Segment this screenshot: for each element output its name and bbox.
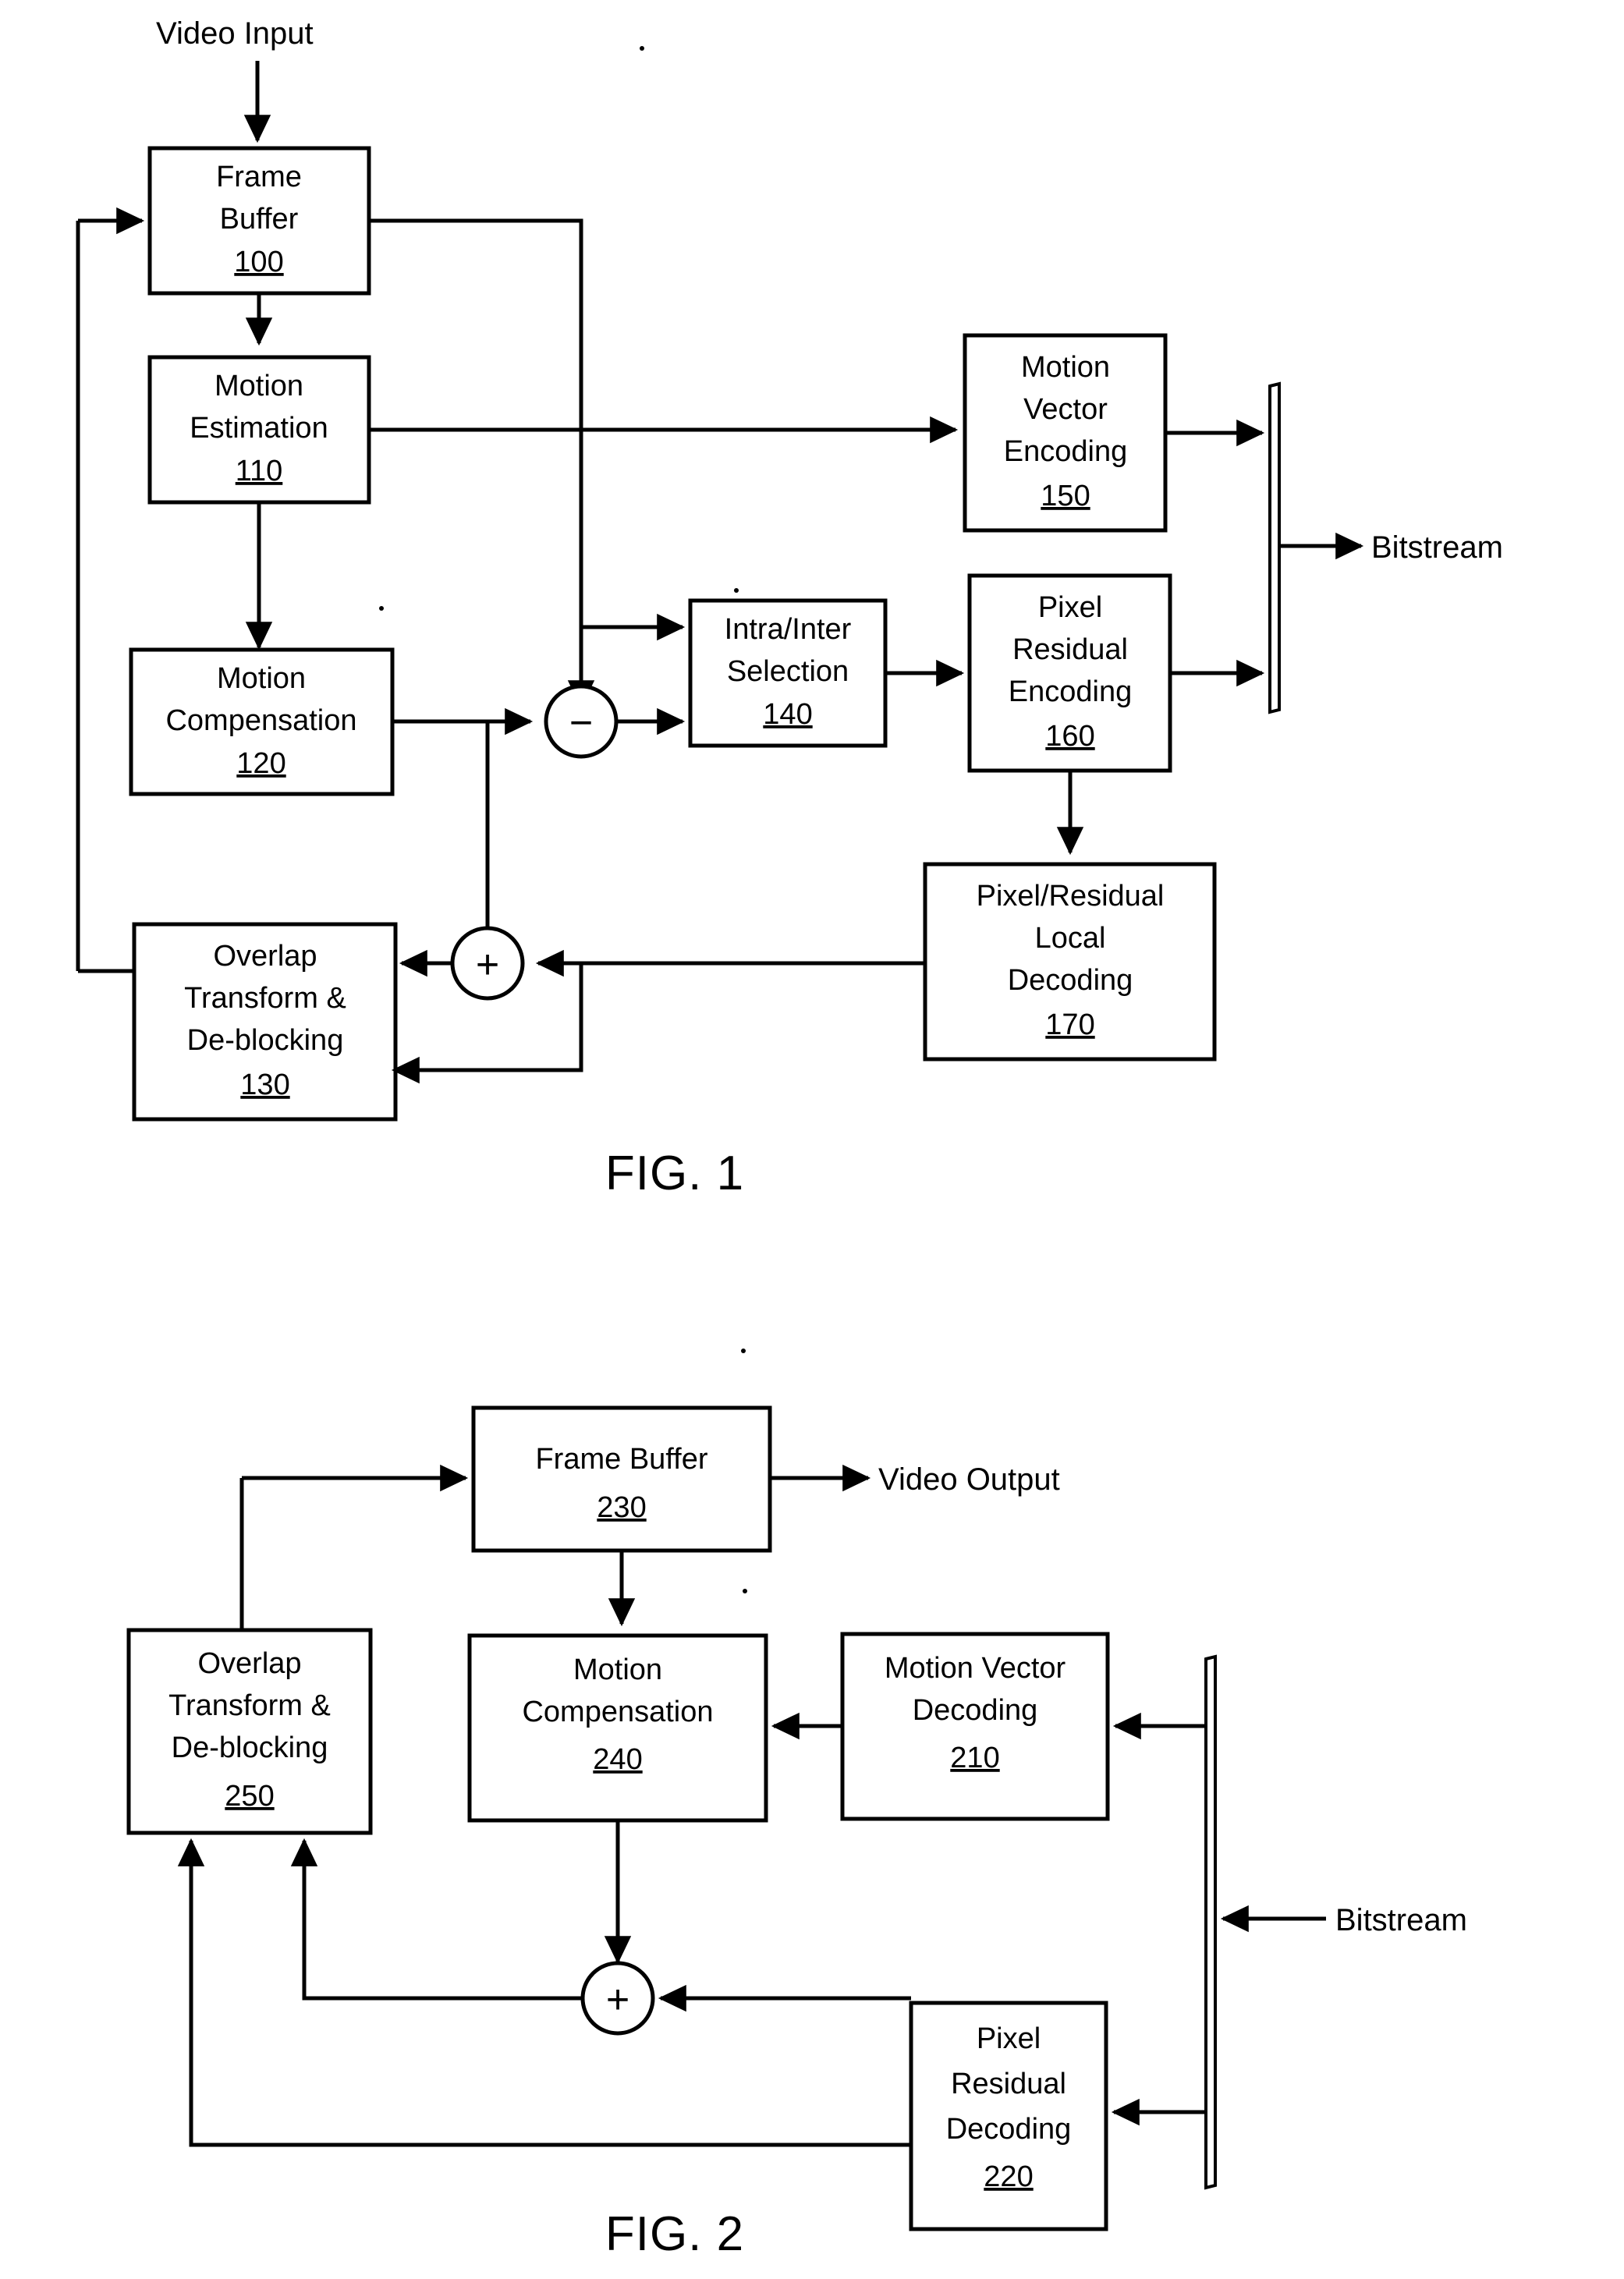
block-motion-vector-encoding-150-line1: Motion [1021, 351, 1110, 384]
block-210-line1: Motion Vector [885, 1652, 1066, 1685]
block-250-line3: De-blocking [172, 1731, 328, 1764]
block-220-line1: Pixel [977, 2022, 1041, 2055]
block-motion-estimation-110-line2: Estimation [190, 412, 328, 445]
bitstream-demultiplexer-bar [1204, 1654, 1217, 2190]
block-frame-buffer-100-line2: Buffer [220, 203, 299, 236]
block-250-line2: Transform & [168, 1689, 331, 1722]
block-pixel-residual-encoding-160-number: 160 [1045, 720, 1094, 753]
video-output-label: Video Output [878, 1462, 1060, 1497]
subtract-node: − [544, 684, 619, 759]
bitstream-bar-shape [1268, 381, 1281, 714]
video-input-label: Video Input [156, 16, 314, 51]
block-170-line1: Pixel/Residual [977, 880, 1165, 913]
block-frame-buffer-100-number: 100 [234, 246, 283, 278]
block-intra-inter-selection-140-line2: Selection [727, 655, 849, 688]
block-pixel-residual-encoding-160-line1: Pixel [1038, 591, 1102, 624]
block-pixel-residual-encoding-160-line3: Encoding [1009, 675, 1132, 708]
block-intra-inter-selection-140-number: 140 [763, 698, 812, 731]
sum-node-fig2: + [580, 1961, 655, 2036]
block-motion-estimation-110-number: 110 [236, 455, 283, 487]
block-motion-compensation-120-line1: Motion [217, 662, 306, 695]
figure-1-caption: FIG. 1 [605, 1147, 744, 1200]
block-frame-buffer-100-line1: Frame [216, 161, 302, 193]
block-250-number: 250 [225, 1780, 274, 1813]
block-240-number: 240 [593, 1743, 642, 1776]
block-240-line2: Compensation [522, 1696, 713, 1728]
block-220-line3: Decoding [946, 2113, 1072, 2146]
block-210-line2: Decoding [913, 1694, 1038, 1727]
block-210-number: 210 [950, 1742, 999, 1774]
block-170-line3: Decoding [1008, 964, 1133, 997]
sum-node-fig1: + [450, 926, 525, 1001]
block-250-line1: Overlap [197, 1647, 301, 1680]
block-230-number: 230 [597, 1491, 646, 1524]
block-170-line2: Local [1035, 922, 1106, 955]
block-130-line3: De-blocking [187, 1024, 344, 1057]
figure-2-caption: FIG. 2 [605, 2207, 744, 2261]
block-motion-vector-encoding-150-line3: Encoding [1004, 435, 1127, 468]
sum-node-fig2-symbol: + [606, 1977, 629, 2022]
block-130-line2: Transform & [184, 982, 346, 1015]
block-motion-estimation-110-line1: Motion [215, 370, 303, 402]
sum-node-fig1-symbol: + [476, 942, 499, 987]
figures-canvas: Video Input Frame Buffer 100 Motion Esti… [0, 0, 1624, 2279]
bitstream-label-fig2: Bitstream [1335, 1903, 1467, 1937]
block-230-line1: Frame Buffer [535, 1443, 707, 1476]
block-pixel-residual-encoding-160-line2: Residual [1012, 633, 1128, 666]
block-motion-vector-encoding-150-line2: Vector [1023, 393, 1108, 426]
block-220-number: 220 [984, 2160, 1033, 2193]
bitstream-label-fig1: Bitstream [1371, 530, 1503, 565]
block-130-number: 130 [240, 1069, 289, 1101]
patent-figure-sheet: Video Input Frame Buffer 100 Motion Esti… [0, 0, 1624, 2279]
bitstream-multiplexer-bar [1268, 381, 1281, 714]
block-motion-vector-encoding-150-number: 150 [1041, 480, 1090, 512]
block-240-line1: Motion [573, 1653, 662, 1686]
block-motion-compensation-120-line2: Compensation [165, 704, 356, 737]
block-130-line1: Overlap [213, 940, 317, 973]
subtract-node-symbol: − [569, 700, 593, 746]
bitstream-bar-shape-fig2 [1204, 1654, 1217, 2190]
block-intra-inter-selection-140-line1: Intra/Inter [725, 613, 852, 646]
block-170-number: 170 [1045, 1008, 1094, 1041]
block-motion-compensation-120-number: 120 [236, 747, 285, 780]
block-220-line2: Residual [951, 2068, 1066, 2100]
